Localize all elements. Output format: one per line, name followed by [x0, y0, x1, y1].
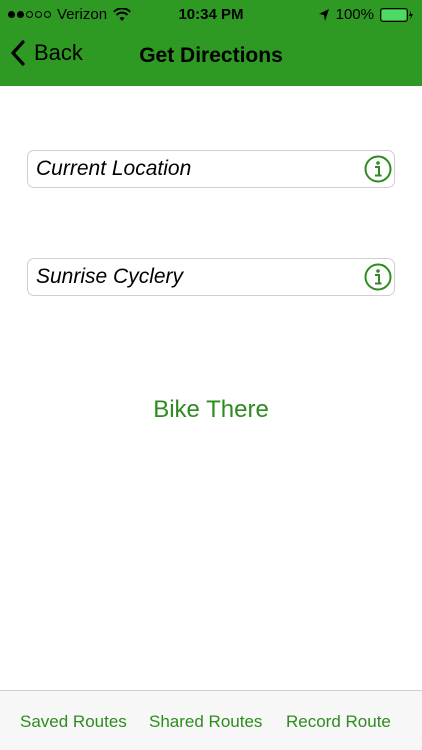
bike-there-button[interactable]: Bike There: [0, 396, 422, 424]
bottom-tab-bar: Saved Routes Shared Routes Record Route: [0, 690, 422, 750]
start-location-field: [27, 150, 395, 188]
destination-field: [27, 258, 395, 296]
info-icon[interactable]: [364, 155, 392, 183]
tab-shared-routes[interactable]: Shared Routes: [149, 712, 262, 732]
location-arrow-icon: [318, 8, 329, 21]
navigation-bar: Back Get Directions: [0, 32, 422, 82]
tab-saved-routes[interactable]: Saved Routes: [20, 712, 127, 732]
status-bar: Verizon 10:34 PM 100%: [0, 0, 422, 28]
info-icon[interactable]: [364, 263, 392, 291]
header: Verizon 10:34 PM 100% Back Get Direction…: [0, 0, 422, 86]
start-location-input[interactable]: [36, 151, 356, 187]
get-directions-screen: Verizon 10:34 PM 100% Back Get Direction…: [0, 0, 422, 750]
page-title: Get Directions: [139, 44, 283, 67]
battery-icon: [380, 7, 413, 22]
destination-input[interactable]: [36, 259, 356, 295]
battery-percent: 100%: [335, 6, 374, 23]
status-right: 100%: [318, 6, 414, 23]
tab-record-route[interactable]: Record Route: [286, 712, 391, 732]
